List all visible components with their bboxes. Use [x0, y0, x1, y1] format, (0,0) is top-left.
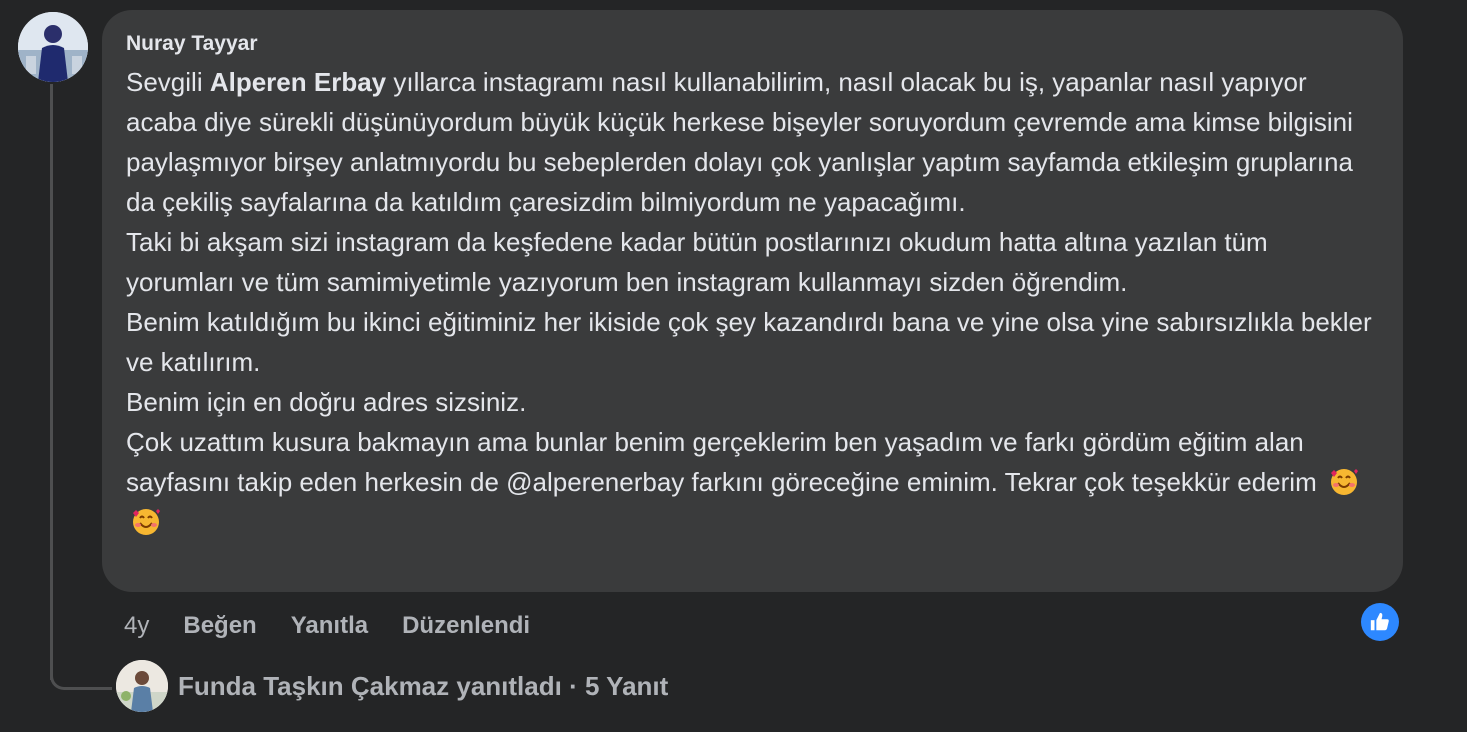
- comment-actions: 4y Beğen Yanıtla Düzenlendi: [124, 606, 564, 646]
- smiling-face-with-hearts-icon: [1330, 469, 1358, 495]
- edited-label[interactable]: Düzenlendi: [402, 612, 530, 640]
- replies-summary[interactable]: Funda Taşkın Çakmaz yanıtladı · 5 Yanıt: [178, 671, 668, 702]
- smiling-face-with-hearts-icon: [133, 509, 160, 535]
- comment-text: Sevgili Alperen Erbay yıllarca instagram…: [126, 62, 1379, 542]
- comment-text-prefix: Sevgili: [126, 67, 210, 97]
- thumbs-up-icon: [1370, 612, 1389, 631]
- view-replies-link[interactable]: Funda Taşkın Çakmaz yanıtladı · 5 Yanıt: [116, 660, 668, 712]
- comment-thread: Nuray Tayyar Sevgili Alperen Erbay yılla…: [0, 0, 1467, 732]
- reaction-badge[interactable]: [1361, 603, 1399, 641]
- comment-age[interactable]: 4y: [124, 612, 149, 640]
- comment-bubble: Nuray Tayyar Sevgili Alperen Erbay yılla…: [102, 10, 1403, 592]
- thread-line: [50, 84, 53, 680]
- author-avatar[interactable]: [18, 12, 88, 82]
- comment-mention[interactable]: Alperen Erbay: [210, 67, 386, 97]
- like-button[interactable]: Beğen: [183, 612, 256, 640]
- reply-author-avatar: [116, 660, 168, 712]
- thread-line-connector: [50, 650, 112, 690]
- reply-button[interactable]: Yanıtla: [291, 612, 368, 640]
- comment-author[interactable]: Nuray Tayyar: [126, 30, 1379, 58]
- comment-text-body: yıllarca instagramı nasıl kullanabilirim…: [126, 67, 1372, 497]
